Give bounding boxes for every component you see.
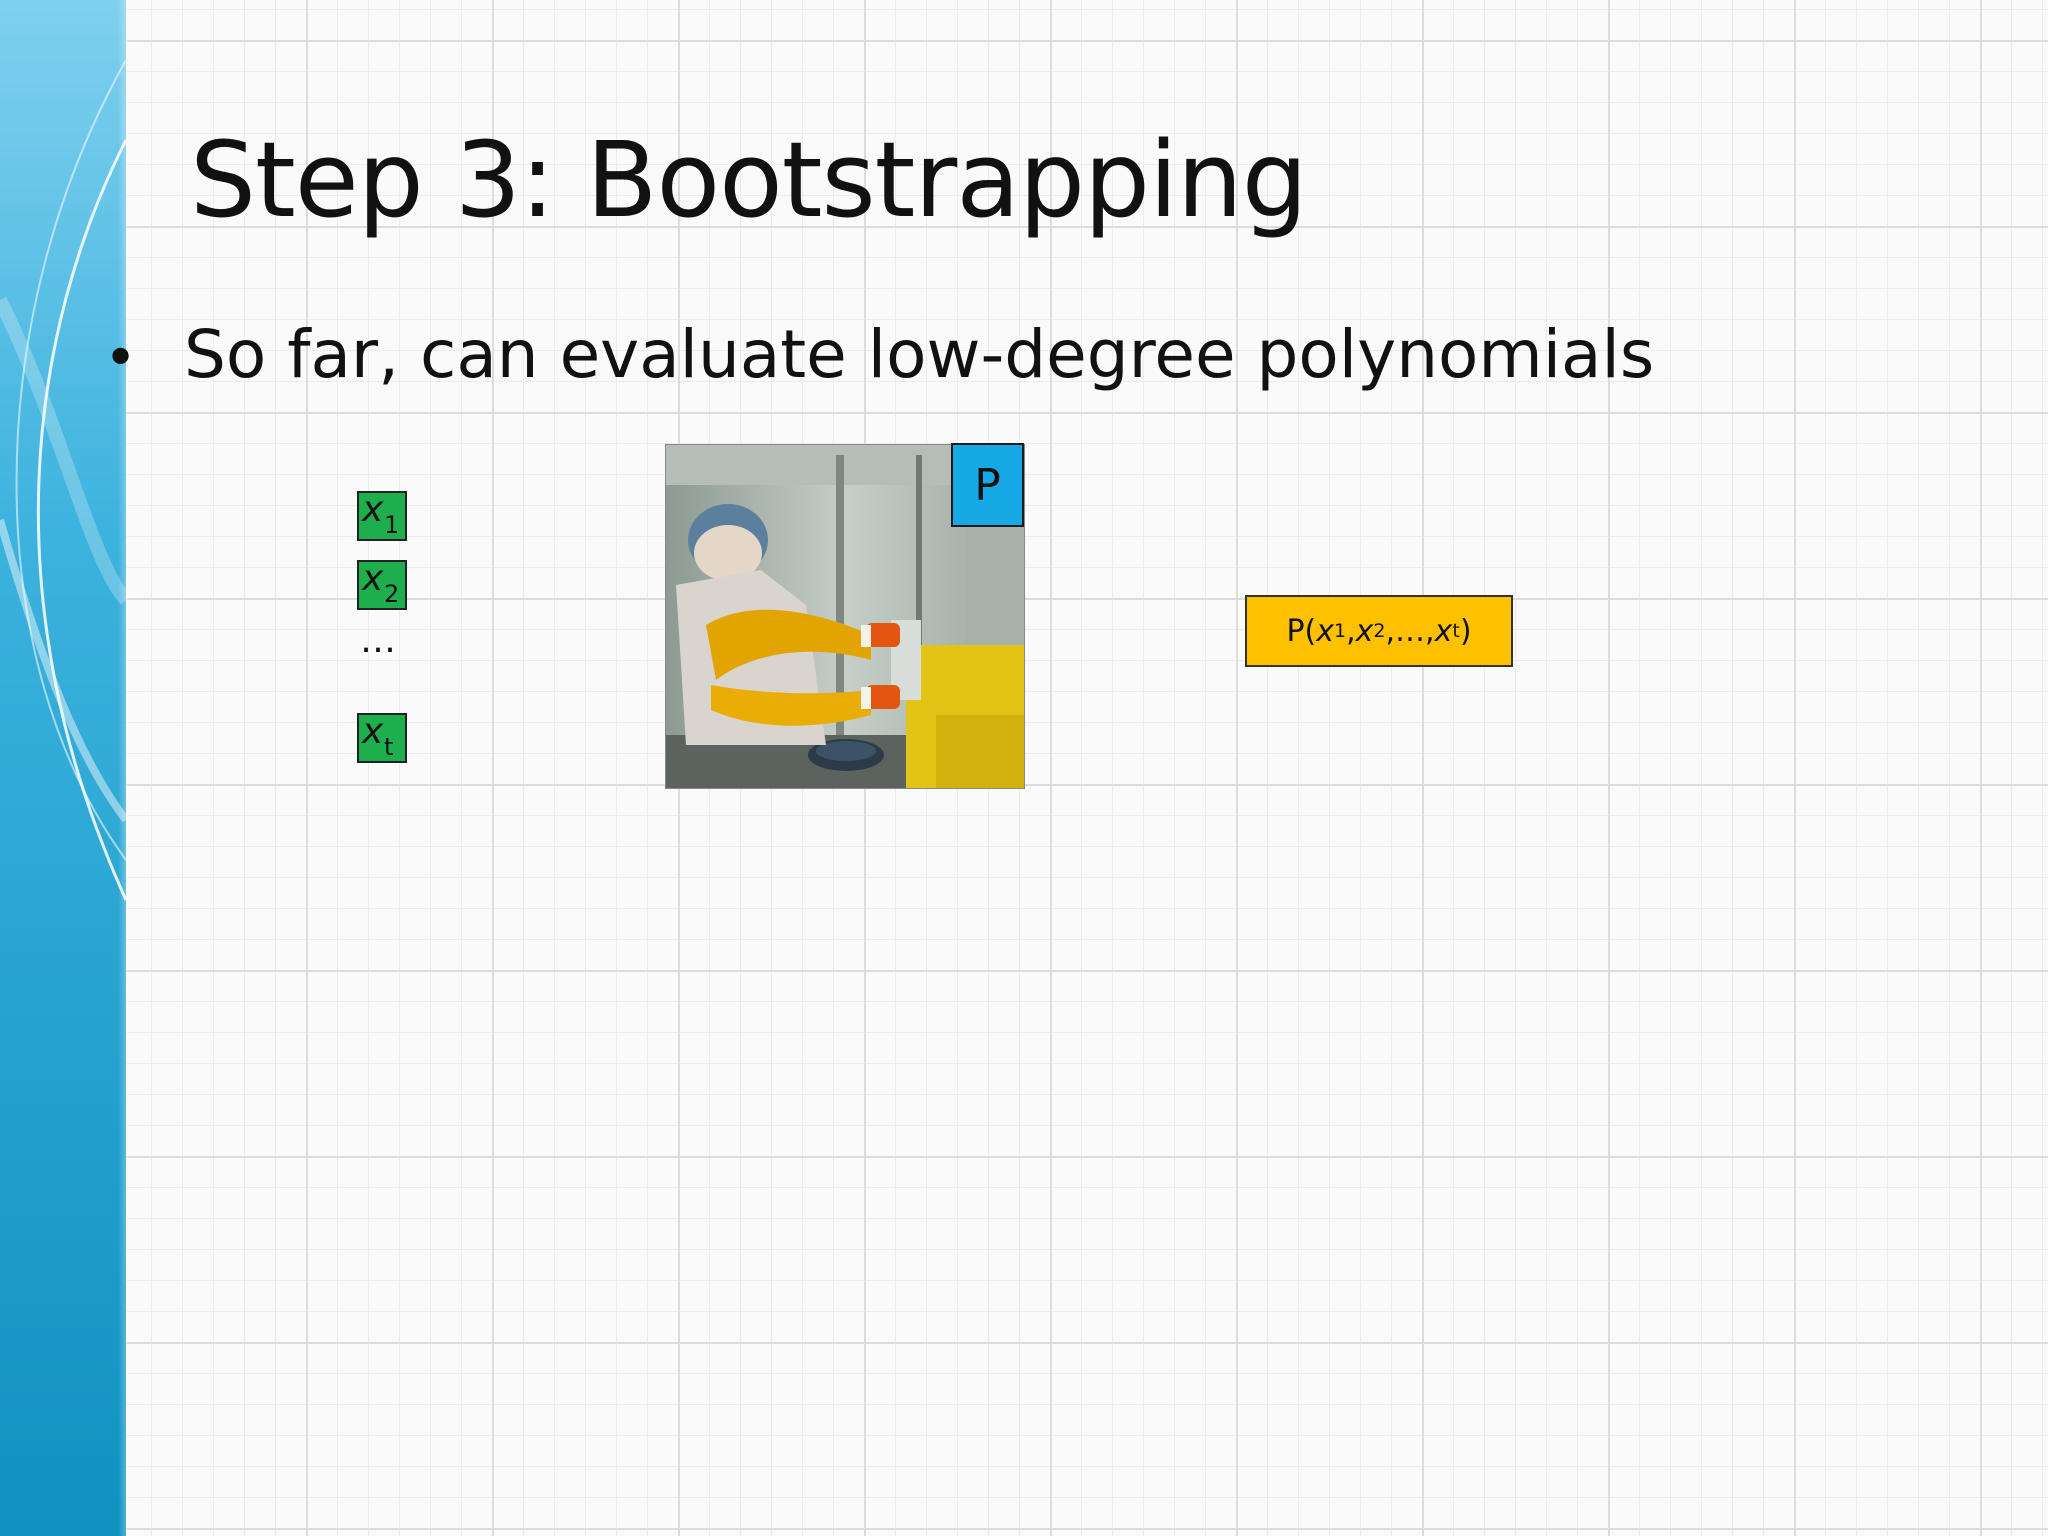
output-sep: ,: [1346, 613, 1356, 649]
var-subscript: t: [384, 733, 394, 761]
output-func: P(: [1286, 613, 1317, 649]
var-letter: x: [362, 558, 384, 599]
input-var-xt: x t: [357, 711, 407, 763]
output-arg-var: x: [1434, 613, 1453, 649]
bullet-item: • So far, can evaluate low-degree polyno…: [104, 322, 1654, 388]
output-sep: ): [1459, 613, 1472, 649]
slide-title: Step 3: Bootstrapping: [190, 119, 1308, 241]
ellipsis: …: [360, 620, 398, 661]
input-var-x2: x 2: [357, 558, 407, 610]
var-subscript: 2: [384, 580, 400, 608]
output-sep: ,…,: [1385, 613, 1435, 649]
output-arg-var: x: [1316, 613, 1335, 649]
bullet-text: So far, can evaluate low-degree polynomi…: [184, 316, 1655, 393]
output-expression-box: P( x1, x2 ,…, x t): [1245, 595, 1513, 667]
program-box: P: [951, 443, 1024, 527]
input-var-x1: x 1: [357, 489, 407, 541]
decorative-side-band: [0, 0, 128, 1536]
var-subscript: 1: [384, 511, 400, 539]
bullet-dot-icon: •: [104, 326, 138, 391]
var-letter: x: [362, 711, 384, 752]
var-letter: x: [362, 489, 384, 530]
output-arg-var: x: [1355, 613, 1374, 649]
